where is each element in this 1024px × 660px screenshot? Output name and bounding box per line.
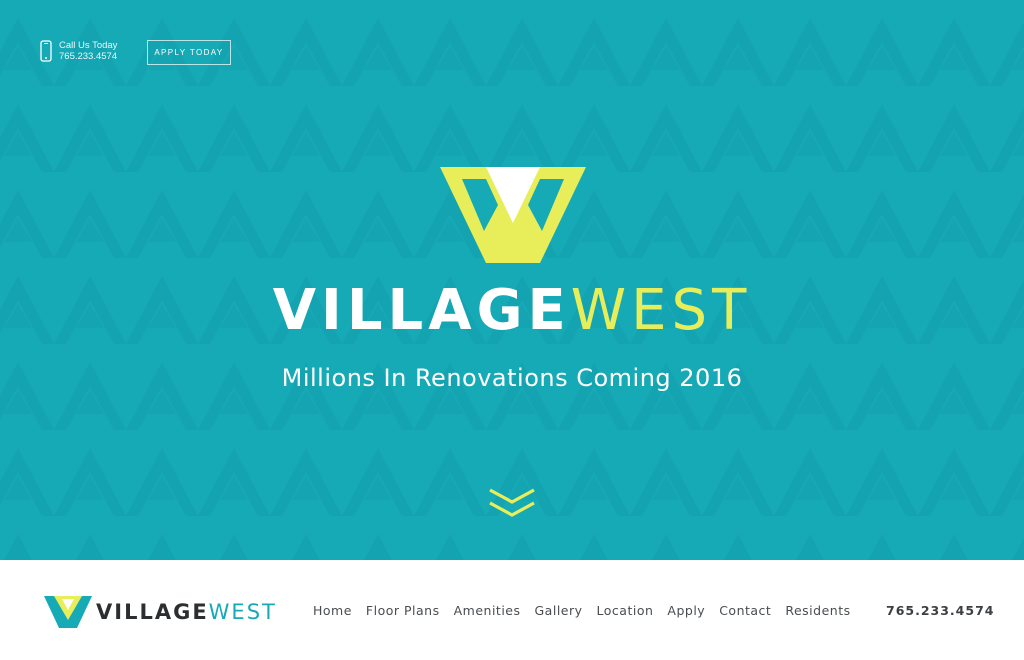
navbar-wordmark: VILLAGEWEST — [96, 600, 277, 624]
navbar-brand-village: VILLAGE — [96, 600, 209, 624]
nav-link-home[interactable]: Home — [313, 603, 352, 618]
nav-links: Home Floor Plans Amenities Gallery Locat… — [313, 603, 865, 618]
nav-link-contact[interactable]: Contact — [719, 603, 771, 618]
navbar-brand-west: WEST — [208, 600, 277, 624]
header-phone-number[interactable]: 765.233.4574 — [59, 51, 117, 62]
brand-west-text: WEST — [570, 278, 752, 343]
navbar-logo[interactable]: VILLAGEWEST — [44, 596, 277, 628]
call-us-label: Call Us Today — [59, 40, 118, 51]
nav-link-apply[interactable]: Apply — [667, 603, 705, 618]
nav-link-residents[interactable]: Residents — [785, 603, 850, 618]
nav-link-floor-plans[interactable]: Floor Plans — [366, 603, 440, 618]
brand-village-text: VILLAGE — [272, 278, 571, 343]
hero-section: Call Us Today 765.233.4574 APPLY TODAY V… — [0, 0, 1024, 560]
nav-link-amenities[interactable]: Amenities — [454, 603, 521, 618]
nav-link-gallery[interactable]: Gallery — [535, 603, 583, 618]
mobile-phone-icon — [40, 40, 52, 62]
nav-link-location[interactable]: Location — [597, 603, 654, 618]
double-chevron-down-icon[interactable] — [487, 487, 537, 521]
apply-today-button[interactable]: APPLY TODAY — [147, 40, 231, 65]
hero-tagline: Millions In Renovations Coming 2016 — [281, 364, 743, 392]
hero-brand-wordmark: VILLAGEWEST — [0, 276, 1024, 346]
call-us-block[interactable]: Call Us Today 765.233.4574 — [40, 40, 117, 62]
village-west-small-logo-icon — [44, 596, 92, 628]
village-west-w-logo — [440, 167, 586, 263]
navbar-phone-number[interactable]: 765.233.4574 — [886, 603, 994, 618]
